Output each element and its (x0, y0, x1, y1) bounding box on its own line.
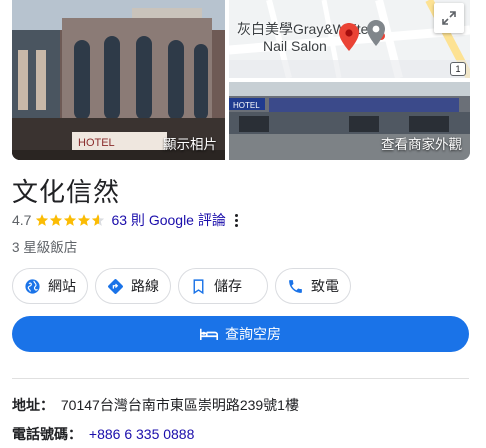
phone-row: 電話號碼： +886 6 335 0888 (12, 424, 194, 444)
star-icon (78, 214, 91, 226)
call-button[interactable]: 致電 (275, 268, 351, 304)
star-icon (64, 214, 77, 226)
save-label: 儲存 (214, 278, 242, 294)
phone-label: 電話號碼： (12, 426, 82, 442)
directions-button[interactable]: 路線 (95, 268, 171, 304)
rating-score: 4.7 (12, 212, 32, 228)
gray-pin-icon (367, 20, 385, 46)
street-view-caption: 查看商家外觀 (381, 137, 462, 152)
address-value[interactable]: 70147台灣台南市東區崇明路239號1樓 (61, 397, 299, 413)
photo-strip: HOTEL 顯示相片 灰白美學Gray&White Nail Salon 1 H… (12, 0, 470, 160)
section-divider (12, 378, 469, 379)
star-half-icon (92, 214, 105, 226)
website-button[interactable]: 網站 (12, 268, 88, 304)
road-badge: 1 (450, 62, 466, 76)
directions-label: 路線 (131, 278, 159, 294)
rating-row: 4.7 63 則 Google 評論 (12, 211, 238, 229)
action-chips: 網站 路線 儲存 致電 (12, 268, 351, 304)
bookmark-icon (193, 278, 204, 294)
red-pin-icon (339, 23, 359, 51)
show-photos-caption: 顯示相片 (163, 137, 217, 152)
phone-value[interactable]: +886 6 335 0888 (89, 426, 195, 442)
hotel-sign-text: HOTEL (78, 137, 115, 149)
website-label: 網站 (48, 278, 76, 294)
bed-icon (200, 328, 218, 340)
call-label: 致電 (311, 278, 339, 294)
globe-icon (25, 278, 40, 294)
map-thumbnail[interactable]: 灰白美學Gray&White Nail Salon 1 (229, 0, 470, 78)
main-photo[interactable]: HOTEL 顯示相片 (12, 0, 225, 160)
check-availability-label: 查詢空房 (225, 326, 281, 342)
street-hotel-sign: HOTEL (233, 101, 260, 110)
street-view-thumbnail[interactable]: HOTEL 查看商家外觀 (229, 82, 470, 160)
more-options-icon[interactable] (234, 213, 238, 227)
star-icon (36, 214, 49, 226)
business-category: 3 星級飯店 (12, 240, 78, 255)
expand-icon (442, 11, 456, 25)
directions-icon (108, 278, 123, 294)
save-button[interactable]: 儲存 (178, 268, 268, 304)
rating-stars (35, 213, 105, 227)
business-name: 文化信然 (12, 177, 121, 207)
check-availability-button[interactable]: 查詢空房 (12, 316, 469, 352)
reviews-link[interactable]: 63 則 Google 評論 (111, 210, 225, 230)
address-label: 地址： (12, 397, 54, 413)
address-row: 地址： 70147台灣台南市東區崇明路239號1樓 (12, 395, 299, 415)
phone-icon (289, 279, 302, 293)
star-icon (50, 214, 63, 226)
expand-map-button[interactable] (434, 3, 464, 33)
